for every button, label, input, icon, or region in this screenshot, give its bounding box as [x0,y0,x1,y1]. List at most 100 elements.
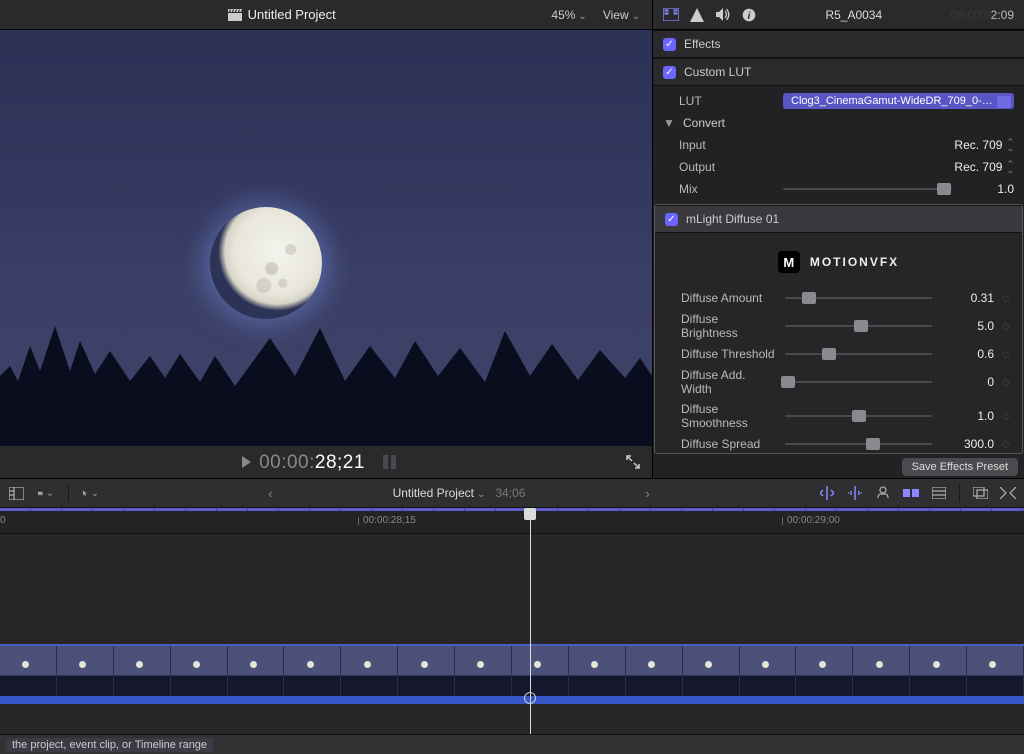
audio-inspector-icon[interactable] [715,7,731,23]
tree-silhouette [0,286,652,446]
viewer-timecode[interactable]: 00:00:28;21 [259,451,365,474]
clip-thumbnail [569,646,626,696]
param-label: Diffuse Threshold [665,347,777,361]
mix-label: Mix [663,182,775,196]
param-slider[interactable] [785,443,932,445]
convert-label: Convert [683,116,725,130]
param-label: Diffuse Amount [665,291,777,305]
viewer-header: Untitled Project 45% View [0,0,652,30]
effects-section-header[interactable]: ✓ Effects [653,30,1024,58]
clip-thumbnail [0,646,57,696]
keyframe-icon[interactable]: ◇ [1002,377,1012,388]
keyframe-icon[interactable]: ◇ [1002,293,1012,304]
timeline-layout-icon[interactable] [931,485,947,501]
param-row: Diffuse Add. Width0◇ [655,365,1022,399]
snapping-icon[interactable] [903,485,919,501]
custom-lut-checkbox[interactable]: ✓ [663,66,676,79]
playhead-handle-icon[interactable] [524,692,536,704]
output-dropdown[interactable]: Rec. 709⌃⌄ [954,160,1014,174]
effects-browser-icon[interactable] [972,485,988,501]
next-edit-button[interactable]: › [645,486,649,501]
input-dropdown[interactable]: Rec. 709⌃⌄ [954,138,1014,152]
timeline[interactable]: 0 00:00:28;15 00:00:29;00 [0,508,1024,734]
param-value[interactable]: 0 [940,375,994,389]
clip-appearance-dropdown[interactable] [38,485,54,501]
param-value[interactable]: 0.31 [940,291,994,305]
output-label: Output [663,160,775,174]
param-row: Diffuse Brightness5.0◇ [655,309,1022,343]
param-row: Diffuse Smoothness 1.0 ◇ [655,399,1022,433]
play-icon[interactable] [242,456,251,468]
keyframe-icon[interactable]: ◇ [1002,439,1012,450]
mix-slider[interactable] [783,188,952,190]
effects-checkbox[interactable]: ✓ [663,38,676,51]
timeline-ruler[interactable]: 0 00:00:28;15 00:00:29;00 [0,508,1024,534]
effects-label: Effects [684,37,720,51]
timeline-toolbar: ‹ Untitled Project 34;06 › [0,478,1024,508]
clip-thumbnail [284,646,341,696]
param-row: Diffuse Spread300.0◇ [655,433,1022,454]
param-value[interactable]: 0.6 [940,347,994,361]
mlight-checkbox[interactable]: ✓ [665,213,678,226]
save-effects-preset-button[interactable]: Save Effects Preset [902,458,1018,476]
param-slider[interactable] [785,353,932,355]
audio-skimming-icon[interactable] [847,485,863,501]
prev-edit-button[interactable]: ‹ [268,486,272,501]
input-label: Input [663,138,775,152]
clip-thumbnail [683,646,740,696]
zoom-dropdown[interactable]: 45% [551,8,586,22]
solo-icon[interactable] [875,485,891,501]
convert-disclosure-icon[interactable]: ▼ [663,116,675,130]
param-value[interactable]: 5.0 [940,319,994,333]
param-row: Diffuse Amount 0.31 ◇ [655,287,1022,309]
status-bar: the project, event clip, or Timeline ran… [0,734,1024,754]
keyframe-icon[interactable]: ◇ [1002,321,1012,332]
param-row: Diffuse Threshold 0.6 ◇ [655,343,1022,365]
timeline-project-dropdown[interactable]: Untitled Project [393,486,486,500]
info-inspector-icon[interactable]: i [741,7,757,23]
skimming-icon[interactable] [819,485,835,501]
ruler-stripe [0,508,1024,511]
mix-value[interactable]: 1.0 [960,182,1014,196]
clip-thumbnail [57,646,114,696]
param-slider[interactable] [785,415,932,417]
param-value[interactable]: 1.0 [940,409,994,423]
param-label: Diffuse Smoothness [665,402,777,430]
keyframe-icon[interactable]: ◇ [1002,349,1012,360]
keyframe-icon[interactable]: ◇ [1002,411,1012,422]
timeline-tracks[interactable] [0,534,1024,734]
param-slider[interactable] [785,381,932,383]
fullscreen-icon[interactable] [626,455,640,469]
custom-lut-header[interactable]: ✓ Custom LUT [653,58,1024,86]
clip-thumbnail [228,646,285,696]
project-title: Untitled Project [248,7,336,22]
mlight-header[interactable]: ✓ mLight Diffuse 01 [655,205,1022,233]
inspector-timecode: 00:00:02:09 [951,8,1014,22]
param-slider[interactable] [785,297,932,299]
clip-thumbnail [455,646,512,696]
viewer-canvas[interactable] [0,30,652,446]
clip-audio-lane [0,696,1024,704]
timeline-clip[interactable] [0,644,1024,704]
svg-text:i: i [748,11,751,22]
motionvfx-logo-icon: M [778,251,800,273]
tool-select-dropdown[interactable] [83,485,99,501]
video-inspector-icon[interactable] [663,7,679,23]
custom-lut-label: Custom LUT [684,65,751,79]
index-icon[interactable] [8,485,24,501]
transitions-browser-icon[interactable] [1000,485,1016,501]
motionvfx-brand: M MOTIONVFX [655,233,1022,287]
view-dropdown[interactable]: View [603,8,640,22]
clip-thumbnail [740,646,797,696]
color-inspector-icon[interactable] [689,7,705,23]
clip-thumbnail [398,646,455,696]
clip-thumbnail [114,646,171,696]
clip-thumbnail [853,646,910,696]
viewer-footer: 00:00:28;21 [0,446,652,478]
lut-dropdown[interactable]: Clog3_CinemaGamut-WideDR_709_0-… [783,93,1014,109]
param-slider[interactable] [785,325,932,327]
param-value[interactable]: 300.0 [940,437,994,451]
lut-label: LUT [663,94,775,108]
clip-thumbnail [341,646,398,696]
clip-thumbnail [512,646,569,696]
